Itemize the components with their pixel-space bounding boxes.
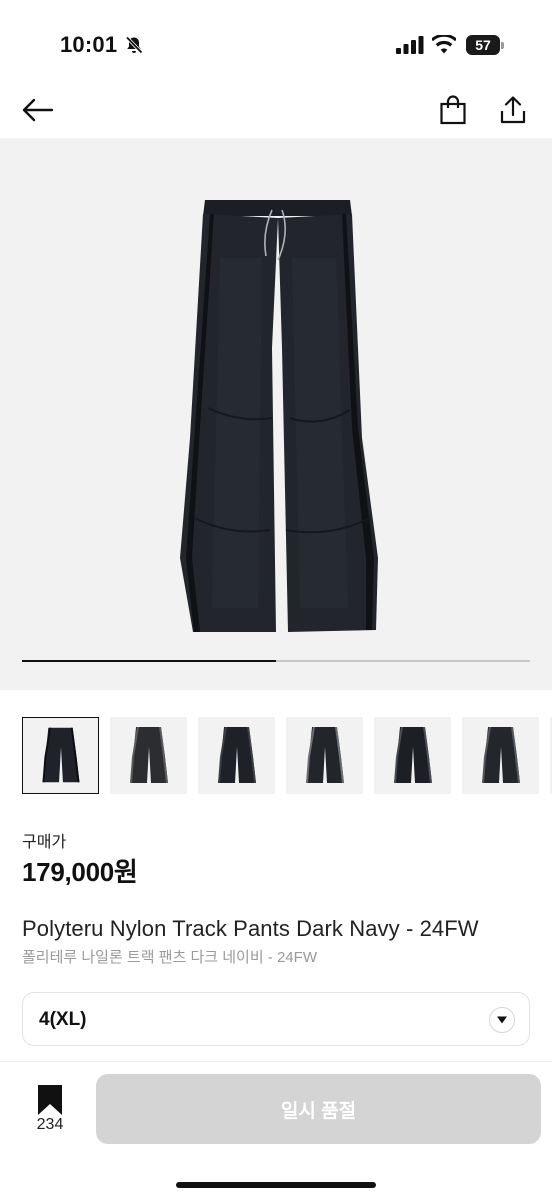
wishlist-button[interactable]: 234 — [24, 1082, 76, 1138]
size-selected-value: 4(XL) — [39, 1009, 87, 1030]
thumbnail-3[interactable] — [198, 717, 275, 794]
thumbnail-image — [394, 727, 432, 783]
thumbnail-image — [218, 727, 256, 783]
battery-icon: 57 — [466, 35, 504, 55]
product-main-image — [180, 200, 378, 632]
price: 179,000원 — [22, 857, 138, 887]
battery-percent: 57 — [475, 37, 491, 53]
pants-illustration — [180, 200, 378, 632]
wifi-icon — [432, 35, 456, 54]
price-label: 구매가 — [22, 834, 67, 851]
thumbnail-2[interactable] — [110, 717, 187, 794]
shopping-bag-button[interactable] — [433, 90, 473, 130]
nav-bar — [0, 80, 552, 138]
bell-off-icon — [125, 36, 143, 54]
size-select[interactable]: 4(XL) — [22, 992, 530, 1046]
thumbnail-image — [482, 727, 520, 783]
bookmark-icon — [38, 1085, 62, 1115]
thumbnail-5[interactable] — [374, 717, 451, 794]
thumbnail-strip[interactable] — [22, 717, 552, 795]
caret-down-icon — [497, 1016, 507, 1024]
thumbnail-image — [130, 727, 168, 783]
product-image-gallery[interactable] — [0, 138, 552, 690]
thumbnail-image — [306, 727, 344, 783]
share-icon — [500, 96, 526, 124]
product-name-ko: 폴리테루 나일론 트랙 팬츠 다크 네이비 - 24FW — [22, 949, 317, 966]
product-name-en: Polyteru Nylon Track Pants Dark Navy - 2… — [22, 916, 479, 941]
arrow-left-icon — [22, 98, 54, 122]
status-bar: 10:01 57 — [0, 0, 552, 80]
bottom-bar-divider — [0, 1061, 552, 1062]
status-time: 10:01 — [60, 32, 118, 57]
shopping-bag-icon — [440, 95, 466, 125]
gallery-progress-fill — [22, 660, 276, 662]
home-indicator — [176, 1182, 376, 1188]
wishlist-count: 234 — [36, 1116, 64, 1133]
signal-icon — [396, 36, 424, 54]
back-button[interactable] — [18, 90, 58, 130]
share-button[interactable] — [493, 90, 533, 130]
thumbnail-1[interactable] — [22, 717, 99, 794]
thumbnail-image — [42, 727, 80, 783]
gallery-progress-track — [22, 660, 530, 662]
thumbnail-4[interactable] — [286, 717, 363, 794]
battery-tip — [501, 42, 504, 49]
sold-out-button[interactable]: 일시 품절 — [96, 1074, 541, 1144]
size-dropdown-toggle[interactable] — [489, 1007, 515, 1033]
thumbnail-6[interactable] — [462, 717, 539, 794]
